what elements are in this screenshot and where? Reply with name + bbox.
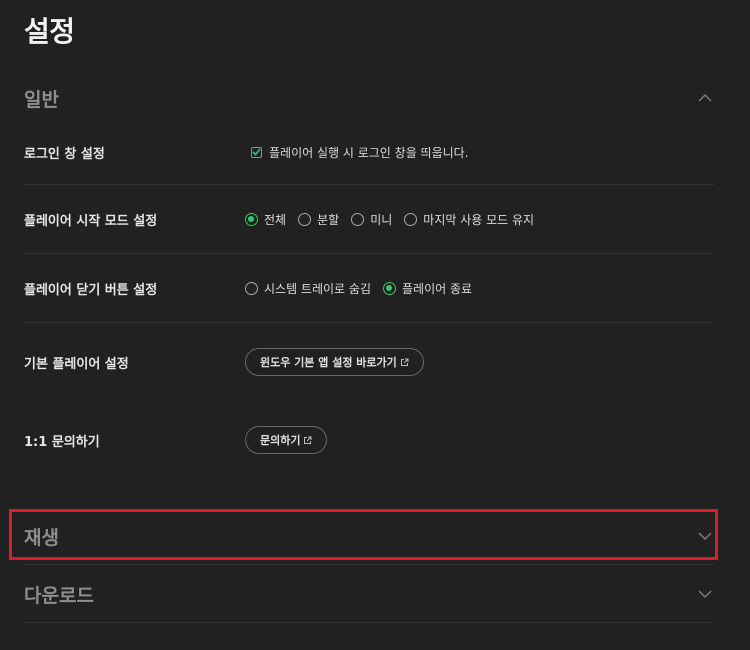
section-header-playback[interactable]: 재생 xyxy=(24,514,726,558)
section-header-general[interactable]: 일반 xyxy=(24,76,726,120)
chevron-up-icon xyxy=(698,91,712,105)
external-link-icon xyxy=(400,358,409,367)
divider xyxy=(24,564,714,565)
row-inquiry: 1:1 문의하기 문의하기 xyxy=(24,425,714,455)
login-window-control: 플레이어 실행 시 로그인 창을 띄웁니다. xyxy=(251,144,469,161)
check-icon xyxy=(252,148,261,156)
close-button-label: 플레이어 닫기 버튼 설정 xyxy=(24,282,158,298)
start-mode-label: 플레이어 시작 모드 설정 xyxy=(24,213,158,229)
radio-icon xyxy=(351,212,365,226)
section-title-general: 일반 xyxy=(24,88,59,111)
button-label: 윈도우 기본 앱 설정 바로가기 xyxy=(260,356,397,369)
divider xyxy=(24,622,714,623)
page-title: 설정 xyxy=(24,15,75,48)
radio-selected-icon xyxy=(245,212,258,226)
radio-label: 전체 xyxy=(264,212,287,227)
section-title-download: 다운로드 xyxy=(24,584,94,607)
radio-label: 분할 xyxy=(317,212,340,227)
radio-icon xyxy=(298,212,312,226)
divider xyxy=(24,322,714,323)
start-mode-option-split[interactable]: 분할 xyxy=(298,211,339,228)
settings-page: 설정 일반 로그인 창 설정 플레이어 실행 시 로그인 창을 띄웁니다. 플레… xyxy=(0,0,750,650)
button-label: 문의하기 xyxy=(260,434,301,447)
row-login-window: 로그인 창 설정 플레이어 실행 시 로그인 창을 띄웁니다. xyxy=(24,140,714,164)
close-option-exit[interactable]: 플레이어 종료 xyxy=(383,280,472,297)
start-mode-option-keep-last[interactable]: 마지막 사용 모드 유지 xyxy=(404,211,534,228)
chevron-down-icon xyxy=(698,587,712,601)
radio-icon xyxy=(404,212,418,226)
start-mode-option-full[interactable]: 전체 xyxy=(245,211,286,228)
start-mode-option-mini[interactable]: 미니 xyxy=(351,211,392,228)
section-title-playback: 재생 xyxy=(24,526,59,549)
radio-selected-icon xyxy=(383,281,396,295)
row-default-player: 기본 플레이어 설정 윈도우 기본 앱 설정 바로가기 xyxy=(24,347,714,377)
section-header-download[interactable]: 다운로드 xyxy=(24,572,726,616)
inquiry-button[interactable]: 문의하기 xyxy=(245,426,328,454)
windows-default-app-button[interactable]: 윈도우 기본 앱 설정 바로가기 xyxy=(245,348,424,376)
row-start-mode: 플레이어 시작 모드 설정 전체 분할 미니 마지막 사용 모드 유지 xyxy=(24,207,714,231)
row-close-button: 플레이어 닫기 버튼 설정 시스템 트레이로 숨김 플레이어 종료 xyxy=(24,276,714,300)
radio-label: 플레이어 종료 xyxy=(402,281,473,296)
login-window-checkbox-label[interactable]: 플레이어 실행 시 로그인 창을 띄웁니다. xyxy=(269,144,469,161)
login-window-checkbox[interactable] xyxy=(251,146,262,158)
external-link-icon xyxy=(303,436,312,445)
radio-label: 마지막 사용 모드 유지 xyxy=(423,212,535,227)
radio-label: 미니 xyxy=(370,212,393,227)
close-option-tray[interactable]: 시스템 트레이로 숨김 xyxy=(245,280,371,297)
radio-icon xyxy=(245,281,258,295)
divider xyxy=(24,184,714,185)
radio-label: 시스템 트레이로 숨김 xyxy=(264,281,371,296)
default-player-label: 기본 플레이어 설정 xyxy=(24,356,129,372)
close-button-radio-group: 시스템 트레이로 숨김 플레이어 종료 xyxy=(245,280,484,297)
start-mode-radio-group: 전체 분할 미니 마지막 사용 모드 유지 xyxy=(245,211,546,228)
inquiry-label: 1:1 문의하기 xyxy=(24,434,100,450)
chevron-down-icon xyxy=(698,529,712,543)
divider xyxy=(24,253,714,254)
login-window-label: 로그인 창 설정 xyxy=(24,146,105,162)
